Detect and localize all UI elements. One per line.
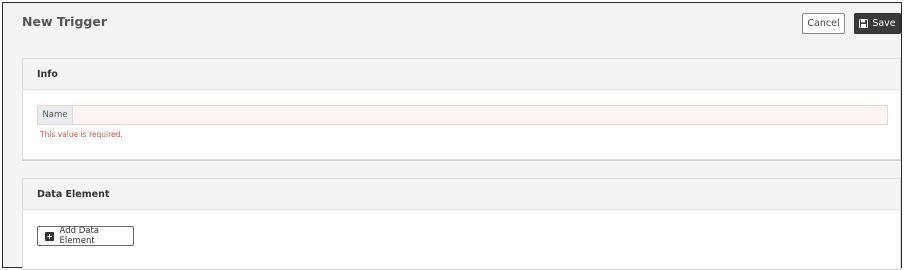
cancel-button[interactable]: Cancel [802, 13, 845, 34]
name-input-group: Name [37, 105, 888, 125]
add-data-element-button[interactable]: Add Data Element [37, 226, 134, 246]
add-data-element-label: Add Data Element [59, 226, 100, 246]
info-panel: Info Name This value is required. [22, 58, 901, 160]
data-element-panel: Data Element Add Data Element [22, 178, 901, 270]
name-error-message: This value is required. [40, 130, 123, 139]
info-panel-header: Info [23, 59, 900, 90]
name-label: Name [38, 106, 73, 124]
save-button-label: Save [872, 18, 896, 29]
name-input[interactable] [73, 106, 887, 124]
cancel-button-label: Cancel [807, 18, 840, 29]
data-element-panel-header: Data Element [23, 179, 900, 210]
page-title: New Trigger [22, 14, 107, 29]
save-button[interactable]: Save [854, 13, 901, 34]
page-frame: New Trigger Cancel Save Info Name This v… [2, 2, 902, 270]
floppy-disk-icon [859, 19, 869, 28]
plus-square-icon [45, 231, 54, 241]
